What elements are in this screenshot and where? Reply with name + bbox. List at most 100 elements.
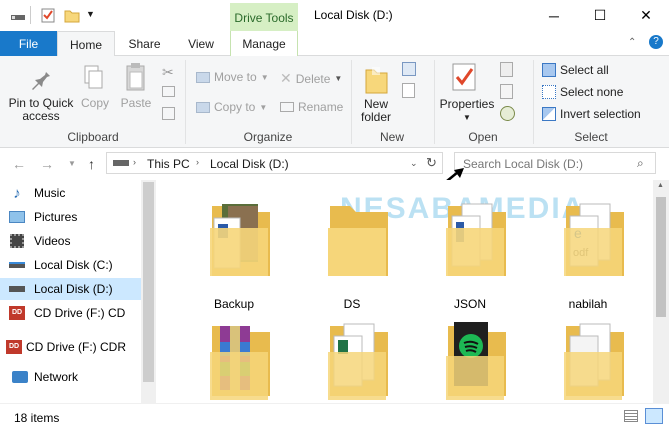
address-dropdown-icon[interactable]: ⌄ (410, 158, 418, 169)
recent-locations-icon[interactable]: ▼ (68, 159, 76, 168)
address-bar[interactable]: › This PC › Local Disk (D:) ⌄ ↻ (106, 152, 443, 174)
new-item-icon[interactable] (402, 62, 416, 76)
select-all-icon (542, 63, 556, 77)
folder-documents-icon (445, 203, 506, 276)
drive-icon (10, 7, 26, 23)
folder-icon (563, 323, 624, 400)
sidebar-item-videos[interactable]: Videos (0, 230, 141, 252)
delete-button[interactable]: ✕ Delete ▼ (280, 70, 342, 87)
sidebar-item-cd-drive-root[interactable]: DD CD Drive (F:) CDR (0, 336, 141, 358)
list-item[interactable] (540, 312, 636, 402)
search-icon: ⌕ (637, 156, 644, 170)
sidebar-item-label: Local Disk (D:) (34, 282, 113, 296)
paste-shortcut-icon[interactable] (162, 107, 175, 120)
sidebar-item-label: Pictures (34, 210, 78, 224)
tab-file[interactable]: File (0, 31, 57, 56)
move-to-button[interactable]: Move to ▼ (196, 70, 269, 84)
help-icon[interactable]: ? (649, 35, 663, 49)
maximize-button[interactable]: ☐ (577, 0, 623, 31)
invert-selection-button[interactable]: Invert selection (542, 107, 641, 121)
drive-icon (0, 262, 34, 268)
ribbon: Pin to Quick access Copy Paste ✂ Clipboa… (0, 56, 669, 148)
music-icon: ♪ (13, 184, 21, 202)
rename-button[interactable]: Rename (280, 100, 343, 114)
copy-to-button[interactable]: Copy to ▼ (196, 100, 267, 114)
organize-group-label: Organize (243, 130, 293, 144)
list-item[interactable] (422, 312, 518, 402)
chevron-right-icon[interactable]: › (133, 157, 136, 167)
list-item[interactable] (304, 312, 400, 402)
divider (533, 60, 534, 144)
content-scrollbar-thumb[interactable] (656, 197, 666, 317)
history-icon[interactable] (500, 106, 515, 121)
select-none-button[interactable]: Select none (542, 85, 623, 99)
sidebar-item-network[interactable]: Network (0, 366, 141, 388)
list-item[interactable]: Backup (186, 192, 282, 317)
tab-home[interactable]: Home (57, 31, 115, 57)
chevron-down-icon[interactable]: ▼ (86, 9, 95, 19)
file-name: DS (343, 297, 361, 311)
large-icons-view-icon[interactable] (645, 408, 663, 424)
tab-view[interactable]: View (172, 31, 230, 56)
list-item[interactable]: e odf nabilah (540, 192, 636, 317)
list-item[interactable]: DS (304, 192, 400, 317)
rename-label: Rename (298, 100, 344, 114)
search-input[interactable]: Search Local Disk (D:) ⌕ (454, 152, 656, 174)
pin-icon (30, 66, 52, 93)
item-count: 18 items (14, 411, 60, 425)
select-all-button[interactable]: Select all (542, 63, 609, 77)
rename-icon (280, 102, 294, 112)
minimize-button[interactable]: ─ (531, 0, 577, 31)
sidebar-item-cd-drive[interactable]: DD CD Drive (F:) CD (0, 302, 141, 324)
chevron-down-icon: ▼ (463, 113, 471, 122)
file-list: NESABAMEDIA Backup DS JSON (156, 180, 653, 403)
new-folder-icon (363, 64, 389, 97)
videos-icon (0, 234, 34, 248)
new-folder-icon[interactable] (64, 7, 80, 23)
new-folder-button[interactable]: New folder (356, 98, 396, 124)
easy-access-icon[interactable] (402, 83, 415, 98)
list-item[interactable]: JSON (422, 192, 518, 317)
copy-button[interactable]: Copy (78, 97, 112, 110)
file-name: JSON (453, 297, 486, 311)
back-arrow-icon[interactable]: ← (12, 156, 26, 172)
sidebar-item-pictures[interactable]: Pictures (0, 206, 141, 228)
status-bar: 18 items (0, 403, 669, 429)
details-view-icon[interactable] (624, 410, 638, 422)
new-folder-label-2: folder (360, 110, 392, 124)
invert-selection-label: Invert selection (560, 107, 641, 121)
folder-excel-icon (327, 323, 388, 400)
divider (30, 6, 31, 24)
breadcrumb-this-pc[interactable]: This PC (147, 157, 190, 171)
copy-path-icon[interactable] (162, 86, 175, 97)
tab-manage[interactable]: Manage (230, 31, 298, 56)
edit-icon[interactable] (500, 84, 513, 99)
sidebar-scrollbar-thumb[interactable] (143, 182, 154, 382)
folder-winrar-icon (209, 326, 270, 400)
cut-icon[interactable]: ✂ (162, 64, 174, 81)
sidebar-item-local-disk-c[interactable]: Local Disk (C:) (0, 254, 141, 276)
tab-share[interactable]: Share (117, 31, 172, 56)
breadcrumb-local-disk[interactable]: Local Disk (D:) (210, 157, 289, 171)
navigation-pane: ♪ Music Pictures Videos Local Disk (C:) … (0, 180, 156, 403)
sidebar-item-music[interactable]: ♪ Music (0, 182, 141, 204)
title-bar: ▼ Drive Tools Local Disk (D:) ─ ☐ ✕ (0, 0, 669, 31)
collapse-ribbon-icon[interactable]: ⌃ (628, 37, 636, 48)
chevron-down-icon: ▼ (259, 102, 268, 112)
sidebar-item-label: Videos (34, 234, 71, 248)
close-button[interactable]: ✕ (623, 0, 669, 31)
scroll-up-icon[interactable]: ▲ (657, 182, 664, 189)
properties-check-icon[interactable] (40, 7, 56, 23)
forward-arrow-icon[interactable]: → (40, 156, 54, 172)
paste-button[interactable]: Paste (118, 97, 154, 110)
list-item[interactable] (186, 312, 282, 402)
chevron-right-icon[interactable]: › (196, 157, 199, 167)
ribbon-tabs: File Home Share View Manage ⌃ ? (0, 31, 669, 57)
pin-to-quick-access-button[interactable]: Pin to Quick access (6, 97, 76, 123)
sidebar-item-local-disk-d[interactable]: Local Disk (D:) (0, 278, 141, 300)
properties-button[interactable]: Properties ▼ (439, 98, 495, 124)
up-arrow-icon[interactable]: ↑ (88, 156, 95, 172)
open-icon[interactable] (500, 62, 513, 77)
delete-icon: ✕ (280, 70, 292, 86)
folder-icon (327, 206, 388, 276)
